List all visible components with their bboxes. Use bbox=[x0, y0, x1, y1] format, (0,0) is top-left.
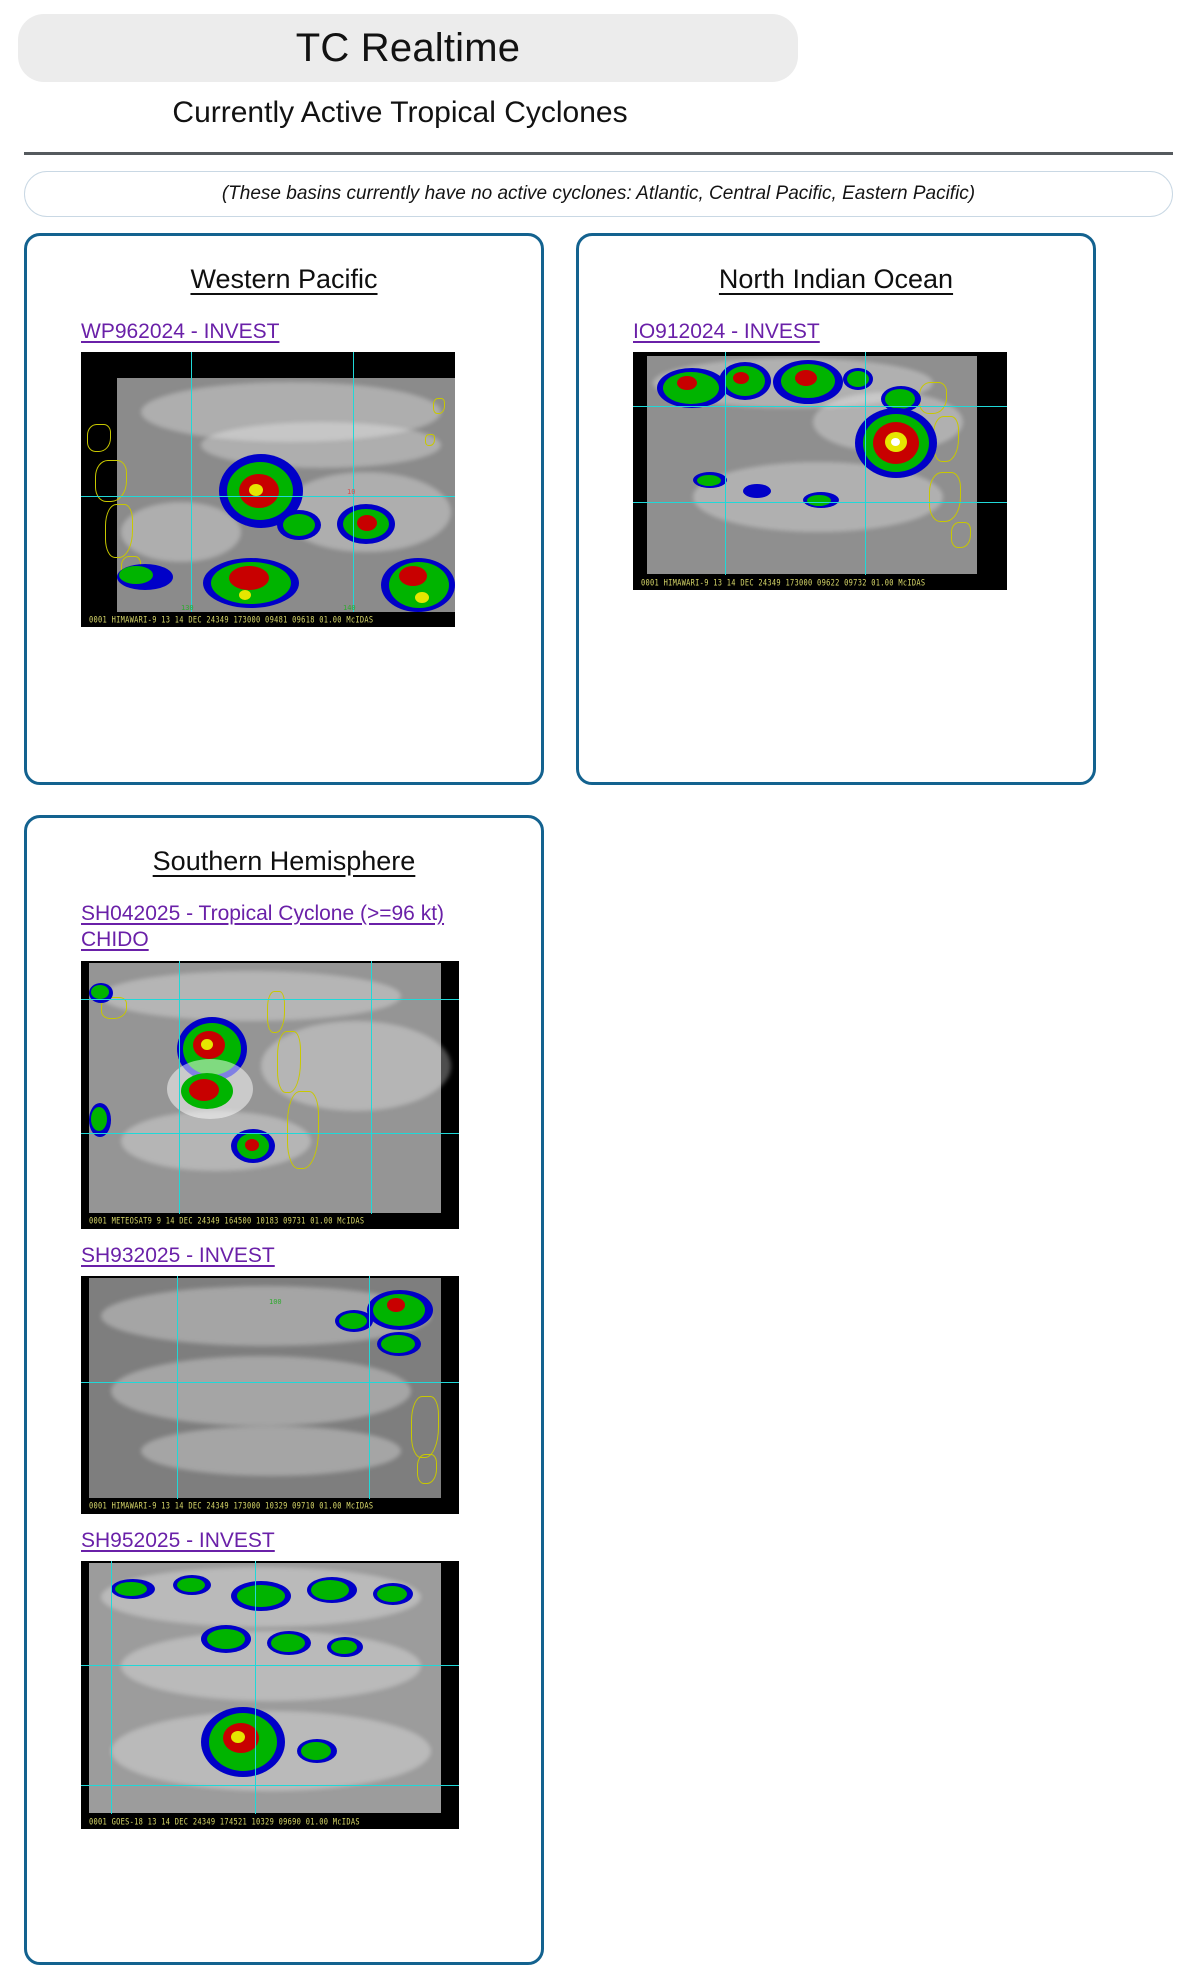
basin-panel-north-indian-ocean: North Indian Ocean IO912024 - INVEST 000… bbox=[576, 233, 1096, 785]
storm-entry-sh952025: SH952025 - INVEST 0001 GOES-18 13 14 DEC… bbox=[27, 1528, 541, 1843]
basin-title-north-indian-ocean: North Indian Ocean bbox=[718, 264, 954, 294]
storm-link-io912024[interactable]: IO912024 - INVEST bbox=[633, 319, 1039, 345]
satellite-image-footer-text: 0001 HIMAWARI-9 13 14 DEC 24349 173000 0… bbox=[89, 614, 374, 625]
storm-image-sh042025[interactable]: 0001 METEOSAT9 9 14 DEC 24349 164500 101… bbox=[81, 960, 487, 1229]
lat-label: 100 bbox=[269, 1297, 282, 1306]
inactive-basins-notice-text: (These basins currently have no active c… bbox=[221, 183, 976, 204]
page-header: TC Realtime Currently Active Tropical Cy… bbox=[0, 0, 1197, 155]
storm-link-sh932025[interactable]: SH932025 - INVEST bbox=[81, 1243, 487, 1269]
storm-image-io912024[interactable]: 0001 HIMAWARI-9 13 14 DEC 24349 173000 0… bbox=[633, 352, 1039, 591]
storm-link-sh952025[interactable]: SH952025 - INVEST bbox=[81, 1528, 487, 1554]
satellite-image-footer-text: 0001 METEOSAT9 9 14 DEC 24349 164500 101… bbox=[89, 1216, 365, 1226]
storm-image-sh932025[interactable]: 100 0001 HIMAWARI-9 13 14 DEC 24349 1730… bbox=[81, 1275, 487, 1514]
basin-panel-western-pacific: Western Pacific WP962024 - INVEST 10 130… bbox=[24, 233, 544, 785]
satellite-image-footer: 0001 HIMAWARI-9 13 14 DEC 24349 173000 1… bbox=[81, 1498, 459, 1514]
satellite-image-footer-text: 0001 GOES-18 13 14 DEC 24349 174521 1032… bbox=[89, 1816, 360, 1827]
satellite-image-footer: 0001 HIMAWARI-9 13 14 DEC 24349 173000 0… bbox=[81, 612, 455, 628]
storm-link-wp962024[interactable]: WP962024 - INVEST bbox=[81, 319, 487, 345]
storm-entry-io912024: IO912024 - INVEST 0001 HIMAWARI-9 13 14 … bbox=[579, 319, 1093, 604]
satellite-image-footer-text: 0001 HIMAWARI-9 13 14 DEC 24349 173000 1… bbox=[89, 1501, 374, 1512]
storm-link-sh042025[interactable]: SH042025 - Tropical Cyclone (>=96 kt) CH… bbox=[81, 901, 487, 954]
basin-title-western-pacific: Western Pacific bbox=[190, 264, 378, 294]
page-title: TC Realtime bbox=[295, 26, 521, 70]
storm-entry-sh042025: SH042025 - Tropical Cyclone (>=96 kt) CH… bbox=[27, 901, 541, 1243]
lon-label: 130 bbox=[181, 604, 194, 613]
lat-label: 10 bbox=[347, 488, 356, 497]
page-subtitle: Currently Active Tropical Cyclones bbox=[172, 96, 628, 129]
storm-entry-sh932025: SH932025 - INVEST 100 0001 HIMAWARI-9 13… bbox=[27, 1243, 541, 1528]
satellite-image-footer: 0001 GOES-18 13 14 DEC 24349 174521 1032… bbox=[81, 1814, 459, 1829]
satellite-image-footer: 0001 METEOSAT9 9 14 DEC 24349 164500 101… bbox=[81, 1213, 459, 1229]
basin-panel-southern-hemisphere: Southern Hemisphere SH042025 - Tropical … bbox=[24, 815, 544, 1965]
basin-title-southern-hemisphere: Southern Hemisphere bbox=[152, 846, 416, 876]
satellite-image-footer: 0001 HIMAWARI-9 13 14 DEC 24349 173000 0… bbox=[633, 575, 1007, 591]
header-divider bbox=[24, 152, 1173, 155]
satellite-image-footer-text: 0001 HIMAWARI-9 13 14 DEC 24349 173000 0… bbox=[641, 577, 926, 588]
storm-entry-wp962024: WP962024 - INVEST 10 130 140 0001 HIMAWA… bbox=[27, 319, 541, 641]
lon-label: 140 bbox=[343, 604, 356, 613]
storm-image-wp962024[interactable]: 10 130 140 0001 HIMAWARI-9 13 14 DEC 243… bbox=[81, 352, 487, 628]
title-pill: TC Realtime bbox=[18, 14, 798, 82]
basin-panel-grid: Western Pacific WP962024 - INVEST 10 130… bbox=[0, 233, 1197, 1965]
storm-image-sh952025[interactable]: 0001 GOES-18 13 14 DEC 24349 174521 1032… bbox=[81, 1561, 487, 1829]
inactive-basins-notice: (These basins currently have no active c… bbox=[24, 171, 1173, 217]
